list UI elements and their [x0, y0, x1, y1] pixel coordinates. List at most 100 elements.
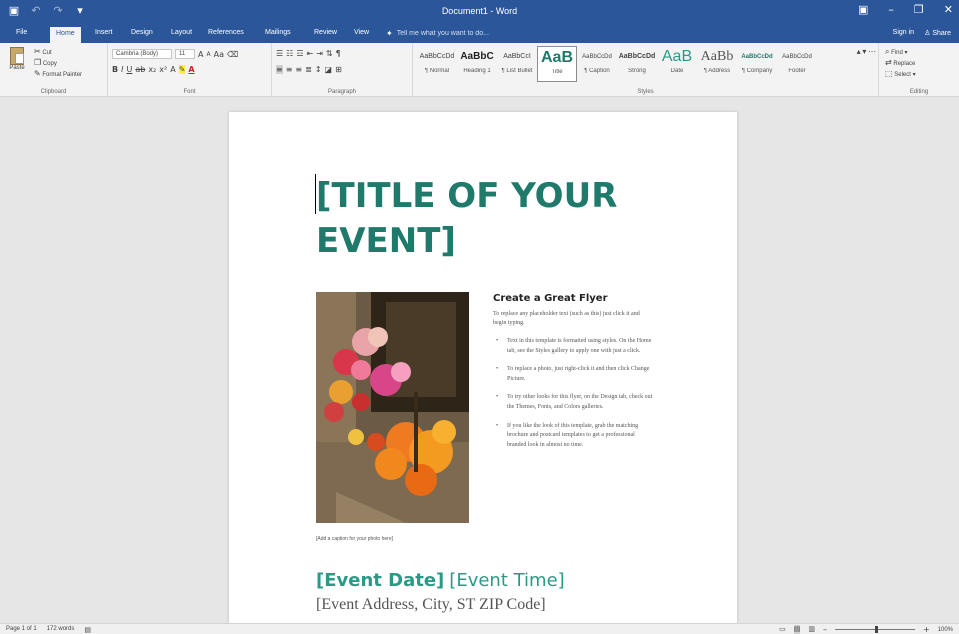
change-case-icon[interactable]: Aa — [214, 50, 224, 59]
increase-indent-icon[interactable]: ⇥ — [316, 49, 323, 58]
paragraph-group: ☰ ☷ ☲ ⇤ ⇥ ⇅ ¶ ≡ ≡ ≡ ≣ ↕ ◪ ⊞ Paragraph — [272, 43, 413, 97]
decrease-indent-icon[interactable]: ⇤ — [307, 49, 314, 58]
font-size-dropdown[interactable]: 11 — [175, 49, 195, 59]
align-left-icon[interactable]: ≡ — [276, 65, 283, 74]
ribbon-display-icon[interactable]: ▣ — [858, 3, 868, 16]
styles-down-icon[interactable]: ▾ — [862, 47, 866, 56]
style-caption[interactable]: AaBbCcDd ¶ Caption — [577, 46, 617, 82]
style-title[interactable]: AaB Title — [537, 46, 577, 82]
event-address[interactable]: [Event Address, City, ST ZIP Code] — [316, 596, 546, 614]
align-center-icon[interactable]: ≡ — [286, 65, 293, 74]
style-name: Date — [670, 68, 684, 74]
style-footer[interactable]: AaBbCcDd Footer — [777, 46, 817, 82]
paste-button[interactable]: Paste — [6, 47, 28, 71]
line-spacing-icon[interactable]: ↕ — [315, 65, 322, 74]
style-date[interactable]: AaB Date — [657, 46, 697, 82]
list-item[interactable]: To try other looks for this flyer, on th… — [493, 393, 653, 412]
event-time[interactable]: [Event Time] — [449, 570, 564, 591]
styles-up-icon[interactable]: ▴ — [857, 47, 861, 56]
clipboard-group: Paste ✂ Cut ❐ Copy ✎ Format Painter Clip… — [0, 43, 108, 97]
subscript-icon[interactable]: x₂ — [148, 65, 156, 74]
bullets-icon[interactable]: ☰ — [276, 49, 283, 58]
style-preview: AaB — [540, 49, 573, 66]
zoom-slider[interactable] — [834, 626, 915, 633]
zoom-in-icon[interactable]: + — [923, 625, 930, 634]
multilevel-list-icon[interactable]: ☲ — [296, 49, 303, 58]
tab-design[interactable]: Design — [131, 29, 153, 36]
window-controls: ▣ – ❐ ✕ — [858, 3, 953, 16]
find-button[interactable]: ⌕ Find ▾ — [885, 47, 916, 58]
replace-icon: ⇄ — [885, 58, 892, 67]
copy-button[interactable]: ❐ Copy — [34, 58, 82, 69]
web-layout-icon[interactable]: ▥ — [808, 625, 815, 634]
numbering-icon[interactable]: ☷ — [286, 49, 293, 58]
style-strong[interactable]: AaBbCcDd Strong — [617, 46, 657, 82]
font-name-dropdown[interactable]: Cambria (Body) — [112, 49, 172, 59]
share-button[interactable]: ♙ Share — [924, 29, 951, 38]
font-color-icon[interactable]: A — [188, 65, 194, 74]
proofing-icon[interactable]: ▤ — [84, 626, 91, 634]
page-count[interactable]: Page 1 of 1 — [6, 626, 37, 634]
tab-view[interactable]: View — [354, 29, 369, 36]
style-company[interactable]: AaBbCcDd ¶ Company — [737, 46, 777, 82]
sign-in-link[interactable]: Sign in — [893, 29, 914, 38]
tab-home[interactable]: Home — [50, 27, 81, 43]
styles-more-icon[interactable]: ⋯ — [868, 47, 876, 56]
format-painter-button[interactable]: ✎ Format Painter — [34, 69, 82, 80]
style-list-bullet[interactable]: AaBbCcI ¶ List Bullet — [497, 46, 537, 82]
replace-button[interactable]: ⇄ Replace — [885, 58, 916, 69]
font-group: Cambria (Body) 11 A A Aa ⌫ B I U ab x₂ x… — [108, 43, 272, 97]
close-icon[interactable]: ✕ — [944, 3, 953, 16]
tab-mailings[interactable]: Mailings — [265, 29, 291, 36]
select-label: Select — [894, 72, 911, 78]
italic-icon[interactable]: I — [121, 65, 123, 74]
list-item[interactable]: To replace a photo, just right-click it … — [493, 365, 653, 384]
select-button[interactable]: ⬚ Select ▾ — [885, 69, 916, 80]
photo-caption[interactable]: [Add a caption for your photo here] — [316, 536, 393, 542]
shrink-font-icon[interactable]: A — [206, 50, 210, 59]
print-layout-icon[interactable]: ▤ — [793, 625, 801, 634]
style-normal[interactable]: AaBbCcDd ¶ Normal — [417, 46, 457, 82]
list-item[interactable]: If you like the look of this template, g… — [493, 422, 653, 451]
style-heading-1[interactable]: AaBbC Heading 1 — [457, 46, 497, 82]
style-preview: AaBbCcDd — [741, 54, 773, 60]
list-item[interactable]: Text in this template is formatted using… — [493, 337, 653, 356]
sort-icon[interactable]: ⇅ — [326, 49, 333, 58]
align-right-icon[interactable]: ≡ — [295, 65, 302, 74]
text-effects-icon[interactable]: A — [170, 65, 175, 74]
cut-button[interactable]: ✂ Cut — [34, 47, 82, 58]
underline-icon[interactable]: U — [126, 65, 132, 74]
superscript-icon[interactable]: x² — [159, 65, 167, 74]
flower-photo[interactable] — [316, 292, 469, 523]
tab-references[interactable]: References — [208, 29, 244, 36]
word-count[interactable]: 172 words — [47, 626, 75, 634]
tab-file[interactable]: File — [16, 29, 27, 36]
style-address[interactable]: AaBb ¶ Address — [697, 46, 737, 82]
minimize-icon[interactable]: – — [888, 3, 894, 16]
tab-review[interactable]: Review — [314, 29, 337, 36]
highlight-icon[interactable]: ✎ — [178, 65, 186, 74]
document-workspace[interactable]: [TITLE OF YOUR EVENT] [Add a caption for… — [0, 98, 959, 632]
scissors-icon: ✂ — [34, 47, 41, 56]
restore-icon[interactable]: ❐ — [914, 3, 924, 16]
event-title[interactable]: [TITLE OF YOUR EVENT] — [316, 174, 636, 264]
zoom-level[interactable]: 100% — [938, 627, 953, 633]
side-heading[interactable]: Create a Great Flyer — [493, 293, 653, 304]
read-mode-icon[interactable]: ▭ — [779, 625, 786, 634]
clear-format-icon[interactable]: ⌫ — [227, 50, 238, 59]
document-page[interactable]: [TITLE OF YOUR EVENT] [Add a caption for… — [229, 112, 737, 632]
zoom-slider-knob[interactable] — [874, 626, 878, 633]
zoom-out-icon[interactable]: – — [823, 625, 827, 634]
bold-icon[interactable]: B — [112, 65, 118, 74]
strikethrough-icon[interactable]: ab — [135, 65, 145, 74]
show-marks-icon[interactable]: ¶ — [336, 49, 341, 58]
borders-icon[interactable]: ⊞ — [335, 65, 342, 74]
tab-insert[interactable]: Insert — [95, 29, 113, 36]
tell-me-box[interactable]: ✦ Tell me what you want to do... — [386, 29, 489, 38]
side-intro[interactable]: To replace any placeholder text (such as… — [493, 310, 653, 328]
event-date[interactable]: [Event Date] — [316, 570, 444, 591]
tab-layout[interactable]: Layout — [171, 29, 192, 36]
justify-icon[interactable]: ≣ — [305, 65, 312, 74]
grow-font-icon[interactable]: A — [198, 50, 203, 59]
shading-icon[interactable]: ◪ — [325, 65, 333, 74]
